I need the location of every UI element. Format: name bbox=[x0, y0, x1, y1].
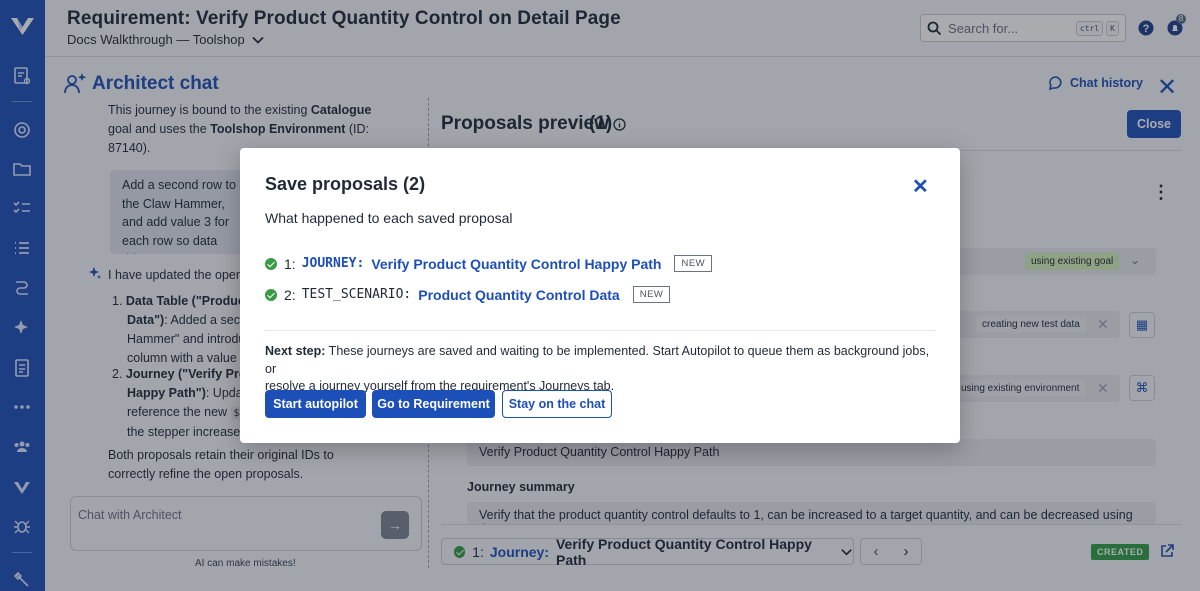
start-autopilot-button[interactable]: Start autopilot bbox=[265, 390, 366, 418]
proposal-name[interactable]: Product Quantity Control Data bbox=[418, 287, 619, 303]
new-badge: NEW bbox=[674, 255, 713, 272]
proposal-type: TEST_SCENARIO: bbox=[301, 287, 412, 302]
check-circle-icon bbox=[265, 288, 277, 301]
proposal-index: 1: bbox=[284, 255, 296, 272]
proposal-row: 1: JOURNEY: Verify Product Quantity Cont… bbox=[265, 255, 713, 272]
new-badge: NEW bbox=[632, 286, 671, 303]
proposal-name[interactable]: Verify Product Quantity Control Happy Pa… bbox=[371, 256, 661, 272]
save-proposals-modal: Save proposals (2) ✕ What happened to ea… bbox=[240, 148, 960, 443]
next-step-body: These journeys are saved and waiting to … bbox=[265, 344, 930, 376]
proposal-type: JOURNEY: bbox=[301, 256, 365, 271]
next-step-text: Next step: These journeys are saved and … bbox=[265, 343, 935, 396]
proposal-index: 2: bbox=[284, 286, 296, 303]
stay-on-chat-button[interactable]: Stay on the chat bbox=[502, 390, 612, 418]
modal-subtitle: What happened to each saved proposal bbox=[265, 210, 513, 226]
close-icon[interactable]: ✕ bbox=[912, 174, 929, 199]
next-step-label: Next step: bbox=[265, 344, 326, 358]
proposal-row: 2: TEST_SCENARIO: Product Quantity Contr… bbox=[265, 286, 671, 303]
modal-divider bbox=[265, 330, 935, 331]
go-to-requirement-button[interactable]: Go to Requirement bbox=[372, 390, 495, 418]
modal-title: Save proposals (2) bbox=[265, 174, 426, 194]
check-circle-icon bbox=[265, 257, 277, 270]
